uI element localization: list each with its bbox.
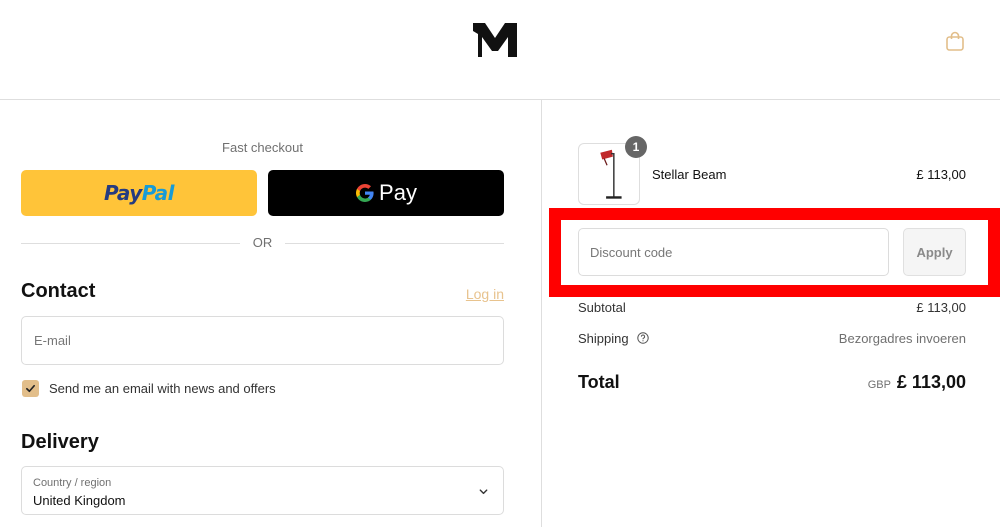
discount-code-input[interactable] xyxy=(578,228,889,276)
product-price: £ 113,00 xyxy=(916,167,966,182)
country-select[interactable]: Country / region United Kingdom xyxy=(21,466,504,515)
newsletter-label: Send me an email with news and offers xyxy=(49,381,276,396)
paypal-logo-part1: Pay xyxy=(103,181,142,205)
apply-discount-button[interactable]: Apply xyxy=(903,228,966,276)
total-currency: GBP xyxy=(867,379,891,391)
chevron-down-icon xyxy=(479,489,488,495)
login-link[interactable]: Log in xyxy=(440,286,504,302)
shipping-value: Bezorgadres invoeren xyxy=(838,331,966,346)
google-pay-button[interactable]: Pay xyxy=(268,170,504,216)
total-label: Total xyxy=(578,372,620,392)
country-label: Country / region xyxy=(33,477,112,489)
or-separator: OR xyxy=(21,235,504,251)
fast-checkout-label: Fast checkout xyxy=(222,140,303,155)
google-pay-label: Pay xyxy=(379,180,417,205)
help-circle-icon[interactable] xyxy=(637,332,649,344)
country-value: United Kingdom xyxy=(33,493,126,508)
newsletter-checkbox[interactable] xyxy=(22,380,39,397)
shipping-label-row: Shipping xyxy=(578,331,649,346)
total-amount: £ 113,00 xyxy=(896,372,966,392)
quantity-badge: 1 xyxy=(625,136,647,158)
paypal-logo-part2: Pal xyxy=(141,181,175,205)
checkmark-icon xyxy=(26,384,35,393)
total-value-group: GBP £ 113,00 xyxy=(760,372,966,393)
subtotal-label: Subtotal xyxy=(578,300,626,315)
delivery-heading: Delivery xyxy=(21,431,99,453)
email-field[interactable] xyxy=(21,316,504,365)
shopping-bag-icon[interactable] xyxy=(944,30,966,52)
subtotal-value: £ 113,00 xyxy=(916,300,966,315)
m-monogram-logo[interactable] xyxy=(471,20,519,60)
header xyxy=(0,0,1000,100)
google-g-icon xyxy=(356,184,374,202)
or-line-right xyxy=(285,243,504,244)
column-divider xyxy=(541,100,542,527)
shipping-label: Shipping xyxy=(578,331,629,346)
contact-heading: Contact xyxy=(21,280,96,302)
product-name: Stellar Beam xyxy=(652,167,727,182)
paypal-button[interactable]: Pay Pal xyxy=(21,170,257,216)
